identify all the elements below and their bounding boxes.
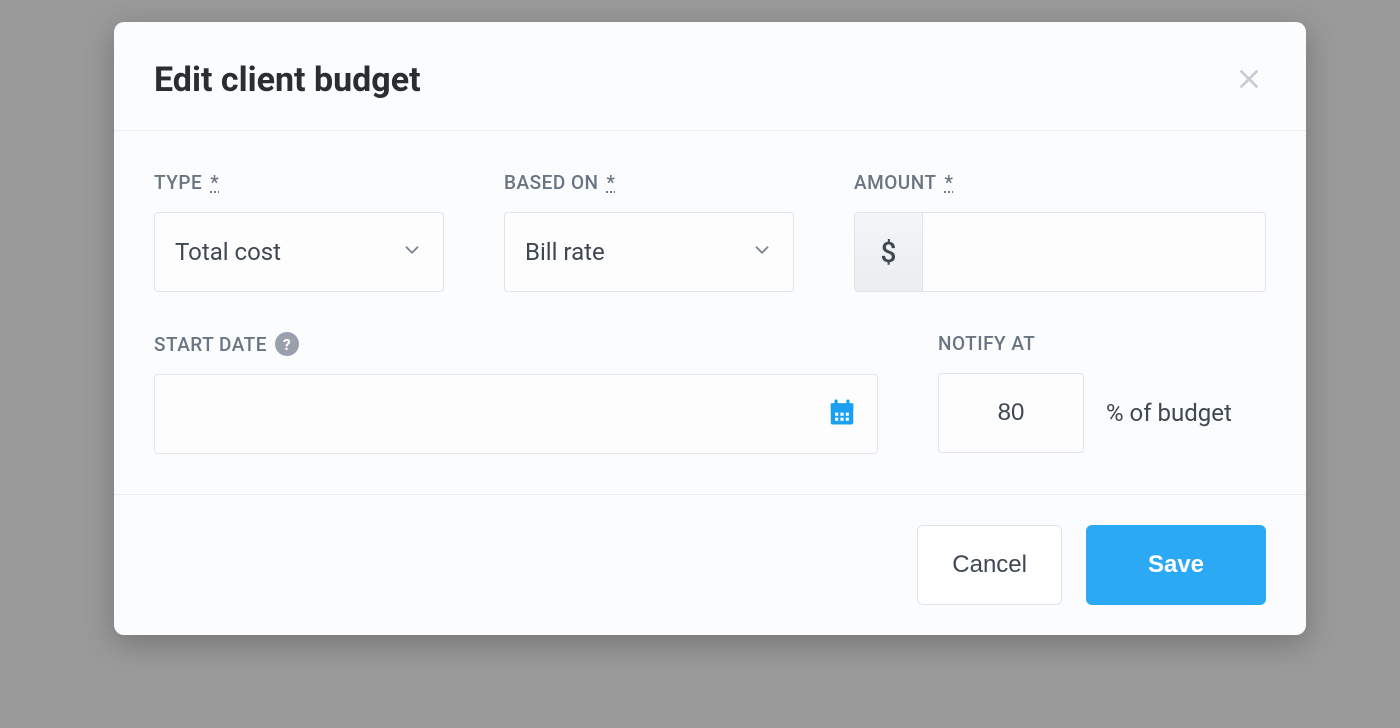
calendar-icon — [827, 397, 857, 431]
type-label: TYPE * — [154, 171, 444, 194]
close-icon — [1236, 66, 1262, 95]
form-row-1: TYPE * Total cost BASED ON * — [154, 171, 1266, 292]
amount-input[interactable] — [923, 213, 1265, 291]
cancel-button[interactable]: Cancel — [917, 525, 1062, 605]
edit-client-budget-modal: Edit client budget TYPE * Total cost — [114, 22, 1306, 635]
basedon-label-text: BASED ON — [504, 171, 599, 194]
required-indicator: * — [210, 171, 219, 194]
required-indicator: * — [945, 171, 954, 194]
save-button[interactable]: Save — [1086, 525, 1266, 605]
amount-input-wrap: $ — [854, 212, 1266, 292]
startdate-input[interactable] — [175, 400, 827, 428]
startdate-label-text: START DATE — [154, 333, 267, 356]
chevron-down-icon — [401, 239, 423, 265]
modal-header: Edit client budget — [114, 22, 1306, 131]
startdate-field-group: START DATE ? — [154, 332, 878, 454]
type-field-group: TYPE * Total cost — [154, 171, 444, 292]
modal-title: Edit client budget — [154, 60, 421, 100]
basedon-field-group: BASED ON * Bill rate — [504, 171, 794, 292]
notify-label: NOTIFY AT — [938, 332, 1266, 355]
amount-label: AMOUNT * — [854, 171, 1266, 194]
notify-input[interactable] — [938, 373, 1084, 453]
startdate-label: START DATE ? — [154, 332, 878, 356]
currency-prefix: $ — [855, 213, 923, 291]
type-select[interactable]: Total cost — [154, 212, 444, 292]
modal-footer: Cancel Save — [114, 494, 1306, 635]
chevron-down-icon — [751, 239, 773, 265]
close-button[interactable] — [1232, 62, 1266, 99]
startdate-picker[interactable] — [154, 374, 878, 454]
type-select-value: Total cost — [175, 238, 281, 266]
modal-body: TYPE * Total cost BASED ON * — [114, 131, 1306, 494]
type-label-text: TYPE — [154, 171, 202, 194]
required-indicator: * — [607, 171, 616, 194]
notify-field-group: NOTIFY AT % of budget — [938, 332, 1266, 454]
amount-label-text: AMOUNT — [854, 171, 937, 194]
notify-label-text: NOTIFY AT — [938, 332, 1035, 355]
help-icon[interactable]: ? — [275, 332, 299, 356]
notify-row: % of budget — [938, 373, 1266, 453]
notify-suffix: % of budget — [1106, 399, 1232, 427]
basedon-label: BASED ON * — [504, 171, 794, 194]
basedon-select-value: Bill rate — [525, 238, 605, 266]
basedon-select[interactable]: Bill rate — [504, 212, 794, 292]
form-row-2: START DATE ? — [154, 332, 1266, 454]
amount-field-group: AMOUNT * $ — [854, 171, 1266, 292]
